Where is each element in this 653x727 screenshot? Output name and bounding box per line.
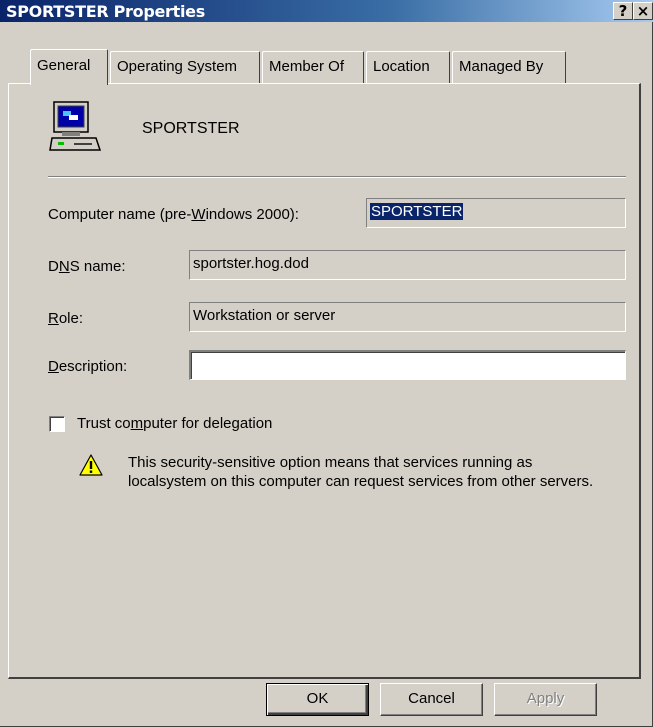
apply-button[interactable]: Apply xyxy=(494,683,597,716)
window-title: SPORTSTER Properties xyxy=(6,2,205,21)
tab-panel-general xyxy=(8,83,641,679)
tab-operating-system[interactable]: Operating System xyxy=(110,51,260,83)
help-button[interactable]: ? xyxy=(613,2,633,20)
properties-dialog: SPORTSTER Properties ? × General Operati… xyxy=(0,0,653,727)
ok-button[interactable]: OK xyxy=(266,683,369,716)
tab-managed-by-label: Managed By xyxy=(459,58,544,75)
cancel-button[interactable]: Cancel xyxy=(380,683,483,716)
tab-managed-by[interactable]: Managed By xyxy=(452,51,566,83)
close-button[interactable]: × xyxy=(633,2,653,20)
tab-location[interactable]: Location xyxy=(366,51,450,83)
tab-member-of[interactable]: Member Of xyxy=(262,51,364,83)
tab-general[interactable]: General xyxy=(30,49,108,85)
title-bar[interactable]: SPORTSTER Properties ? × xyxy=(0,0,653,22)
tab-general-label: General xyxy=(37,57,91,74)
tab-location-label: Location xyxy=(373,58,430,75)
tab-operating-system-label: Operating System xyxy=(117,58,238,75)
tab-member-of-label: Member Of xyxy=(269,58,345,75)
